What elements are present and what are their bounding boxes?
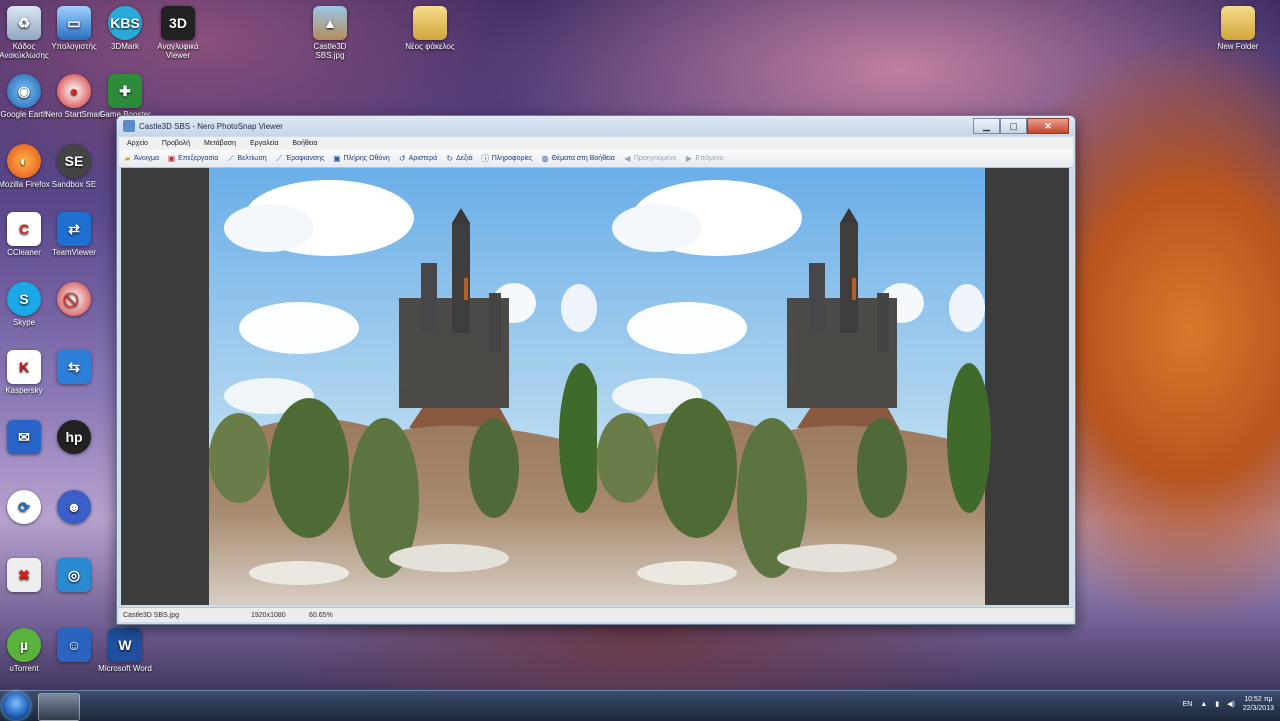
nero-app-icon [123,120,135,132]
desktop-icon-teamviewer-2[interactable]: ⇆ [42,350,106,386]
status-dimensions: 1920x1080 [251,611,286,619]
desktop-icon-word[interactable]: W Microsoft Word [93,628,157,673]
kaspersky-icon: K [7,350,41,384]
3d-viewer-icon: 3D [161,6,195,40]
castle-sbs-image [121,168,1069,605]
arrow-left-icon: ◀ [624,154,631,163]
desktop-icon-new-folder[interactable]: New Folder [1206,6,1270,51]
rotate-left-button[interactable]: ↺ Αριστερά [398,154,437,163]
folder-icon [413,6,447,40]
redeye-button[interactable]: ⟋ Έραφιανσης [275,153,324,163]
3d-app-icon: KBS [108,6,142,40]
rotate-right-icon: ↻ [446,154,454,163]
globe-icon: ◍ [541,154,549,163]
hp-icon: hp [57,420,91,454]
photosnap-viewer-window[interactable]: Castle3D SBS - Nero PhotoSnap Viewer ▁ ▢… [116,115,1076,625]
start-button[interactable] [2,692,30,720]
image-viewer[interactable] [121,168,1069,605]
rotate-right-button[interactable]: ↻ Δεξιά [445,154,472,163]
menu-go[interactable]: Μετάβαση [204,140,236,147]
desktop-icon-castle-image[interactable]: ▲ Castle3D SBS.jpg [298,6,362,60]
wand-icon: ⟋ [228,153,234,163]
edit-button[interactable]: ▣ Επεξεργασία [167,154,219,163]
system-tray: EN ▲ ▮ ◀) 10:52 πμ 22/3/2013 [1183,695,1274,713]
recycle-bin-icon: ♻ [7,6,41,40]
arrow-right-icon: ▶ [685,154,692,163]
volume-icon[interactable]: ◀) [1227,700,1235,708]
window-titlebar[interactable]: Castle3D SBS - Nero PhotoSnap Viewer ▁ ▢… [117,116,1075,136]
mail-icon: ✉ [7,420,41,454]
user-icon: ☺ [57,628,91,662]
desktop-icon-se[interactable]: SE Sandbox SE [42,144,106,189]
close-button[interactable]: ✕ [1027,118,1069,134]
help-topics-button[interactable]: ◍ Θέματα στη Βοήθεια [541,154,615,163]
info-icon: ⓘ [481,154,490,163]
game-icon: ✚ [108,74,142,108]
desktop-icon-teamviewer[interactable]: ⇄ TeamViewer [42,212,106,257]
teamviewer-icon: ⇆ [57,350,91,384]
image-file-icon: ▲ [313,6,347,40]
desktop-icon-hp[interactable]: hp [42,420,106,456]
status-filename: Castle3D SBS.jpg [123,611,180,619]
firefox-icon: ◐ [7,144,41,178]
desktop-icon-game-booster[interactable]: ✚ Game Booster [93,74,157,119]
menu-file[interactable]: Αρχείο [127,140,148,147]
window-title: Castle3D SBS - Nero PhotoSnap Viewer [139,121,283,131]
fullscreen-button[interactable]: ▣ Πλήρης Οθόνη [332,154,390,163]
maximize-button[interactable]: ▢ [1000,118,1027,134]
utorrent-icon: µ [7,628,41,662]
menu-help[interactable]: Βοήθεια [292,140,317,147]
status-bar: Castle3D SBS.jpg 1920x1080 60.65% [119,607,1073,622]
menu-view[interactable]: Προβολή [162,140,190,147]
fullscreen-icon: ▣ [333,154,341,163]
desktop-icon-remote[interactable]: ◎ [42,558,106,594]
desktop-icon-3d-viewer[interactable]: 3D Αναγλυφικά Viewer [146,6,210,60]
network-icon[interactable]: ▮ [1215,700,1219,708]
toolbar: ▰ Άνοιγμα ▣ Επεξεργασία ⟋ Βελτίωση ⟋ Έραφιαν… [119,150,1073,168]
brush-icon: ⟋ [276,153,282,163]
desktop-icon-new-folder-gr[interactable]: Νέος φάκελος [398,6,462,51]
blocked-icon: ⃠ [57,282,91,316]
desktop-icon-user[interactable]: ☻ [42,490,106,526]
se-icon: SE [57,144,91,178]
info-button[interactable]: ⓘ Πληροφορίες [481,154,532,163]
utility-icon: ✖ [7,558,41,592]
open-button[interactable]: ▰ Άνοιγμα [123,154,159,163]
menu-bar: Αρχείο Προβολή Μετάβαση Εργαλεία Βοήθεια [119,137,1073,150]
skype-icon: S [7,282,41,316]
menu-tools[interactable]: Εργαλεία [250,140,278,147]
google-earth-icon: ◉ [7,74,41,108]
remote-icon: ◎ [57,558,91,592]
ccleaner-icon: C [7,212,41,246]
language-indicator[interactable]: EN [1183,701,1193,708]
folder-open-icon: ▰ [124,154,131,163]
taskbar: EN ▲ ▮ ◀) 10:52 πμ 22/3/2013 [0,690,1280,721]
optimize-button[interactable]: ⟋ Βελτίωση [226,153,267,163]
minimize-button[interactable]: ▁ [973,118,1000,134]
next-button[interactable]: ▶ Επόμενο [684,154,724,163]
word-icon: W [108,628,142,662]
rotate-left-icon: ↺ [398,154,406,163]
teamviewer-icon: ⇄ [57,212,91,246]
nero-icon: ● [57,74,91,108]
status-zoom: 60.65% [309,611,333,619]
computer-icon: ▭ [57,6,91,40]
taskbar-photosnap[interactable] [38,693,80,721]
previous-button[interactable]: ◀ Προηγούμενο [623,154,676,163]
user-icon: ☻ [57,490,91,524]
edit-icon: ▣ [167,154,176,163]
clock[interactable]: 10:52 πμ 22/3/2013 [1243,695,1274,713]
desktop-icon-blocked[interactable]: ⃠ [42,282,106,318]
sync-icon: ⟳ [7,490,41,524]
folder-icon [1221,6,1255,40]
tray-arrow-icon[interactable]: ▲ [1200,701,1207,708]
